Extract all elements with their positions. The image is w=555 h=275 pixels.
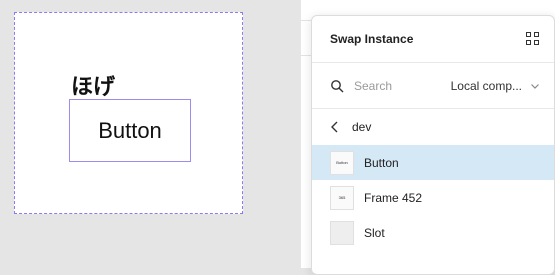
grid-view-icon[interactable] <box>526 32 540 46</box>
library-select-value: Local comp... <box>450 78 522 93</box>
chevron-left-icon[interactable] <box>330 121 340 133</box>
component-thumbnail: 365 <box>330 185 354 210</box>
component-label: Frame 452 <box>364 190 423 205</box>
breadcrumb[interactable]: dev <box>312 109 554 145</box>
search-input[interactable] <box>352 77 442 94</box>
swap-instance-popover: Swap Instance Local comp... dev Button B… <box>311 15 555 275</box>
component-thumbnail: Button <box>330 150 354 175</box>
popover-header: Swap Instance <box>312 16 554 63</box>
search-row: Local comp... <box>312 63 554 109</box>
canvas-button-instance[interactable]: Button <box>69 99 191 162</box>
component-item-slot[interactable]: Slot <box>312 215 554 250</box>
popover-title: Swap Instance <box>330 32 414 46</box>
component-thumbnail <box>330 220 354 245</box>
design-canvas[interactable]: ほげ Button <box>0 0 300 268</box>
chevron-down-icon <box>531 83 539 89</box>
component-item-button[interactable]: Button Button <box>312 145 554 180</box>
component-label: Button <box>364 155 399 170</box>
canvas-text[interactable]: ほげ <box>71 69 115 101</box>
search-icon <box>331 79 344 92</box>
component-item-frame-452[interactable]: 365 Frame 452 <box>312 180 554 215</box>
canvas-frame[interactable]: ほげ Button <box>14 12 243 214</box>
library-select[interactable]: Local comp... <box>451 79 540 93</box>
breadcrumb-label: dev <box>352 120 372 134</box>
component-label: Slot <box>364 225 385 240</box>
